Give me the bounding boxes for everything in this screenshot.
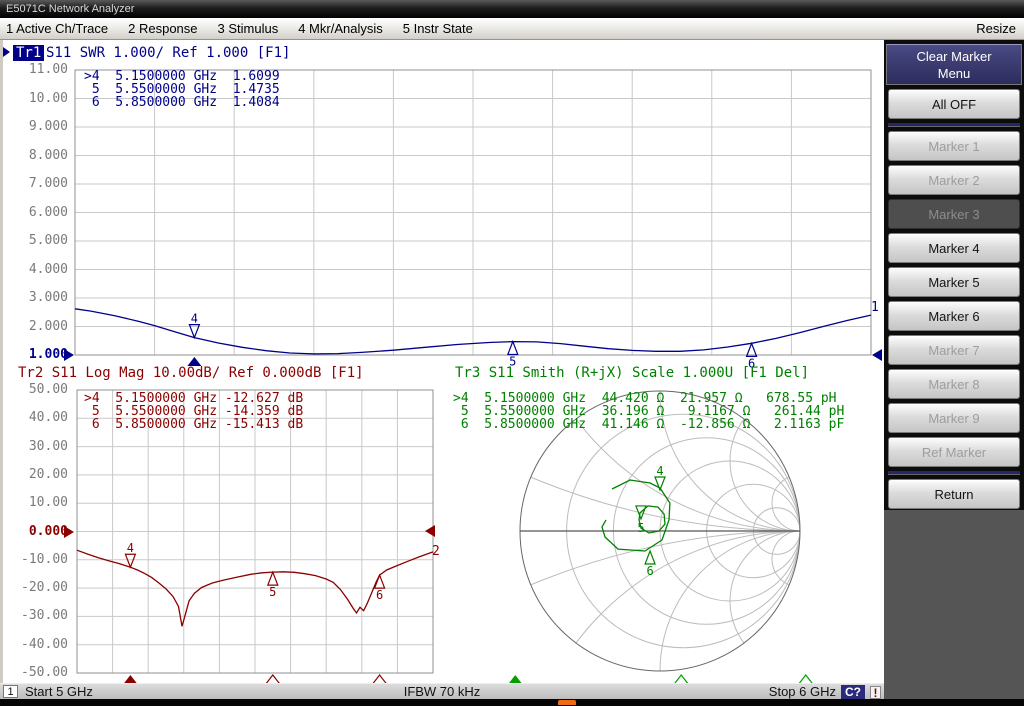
tr2-marker-readout-row: 6 5.8500000 GHz -15.413 dB — [84, 417, 303, 432]
tr1-marker-readout-row: 6 5.8500000 GHz 1.4084 — [84, 95, 280, 110]
softkey-marker-1: Marker 1 — [888, 131, 1020, 161]
tr2-header[interactable]: Tr2 S11 Log Mag 10.00dB/ Ref 0.000dB [F1… — [18, 365, 364, 381]
y-tick: 10.00 — [8, 91, 68, 107]
y-tick: 4.000 — [8, 262, 68, 278]
y-tick: -30.00 — [8, 608, 68, 624]
softkey-divider — [888, 123, 1020, 127]
y-tick: 3.000 — [8, 290, 68, 306]
softkey-return[interactable]: Return — [888, 479, 1020, 509]
menu-1-active-ch-trace[interactable]: 1 Active Ch/Trace — [6, 18, 108, 40]
softkey-marker-7: Marker 7 — [888, 335, 1020, 365]
tr1-badge[interactable]: Tr1 — [13, 45, 44, 61]
softkey-marker-8: Marker 8 — [888, 369, 1020, 399]
y-tick: -50.00 — [8, 665, 68, 681]
softkey-marker-5[interactable]: Marker 5 — [888, 267, 1020, 297]
ifbw-label: IFBW 70 kHz — [0, 684, 884, 700]
softkey-marker-3[interactable]: Marker 3 — [888, 199, 1020, 229]
softkey-marker-9: Marker 9 — [888, 403, 1020, 433]
y-tick: -20.00 — [8, 580, 68, 596]
title-bar[interactable]: E5071C Network Analyzer — [0, 0, 1024, 18]
app-window: E5071C Network Analyzer 1 Active Ch/Trac… — [0, 0, 1024, 706]
softkey-marker-4[interactable]: Marker 4 — [888, 233, 1020, 263]
y-tick: 40.00 — [8, 410, 68, 426]
menu-5-instr-state[interactable]: 5 Instr State — [403, 18, 473, 40]
y-tick: 10.00 — [8, 495, 68, 511]
softkey-buttons: All OFF Marker 1 Marker 2 Marker 3 Marker 4 M… — [888, 89, 1020, 509]
y-tick: 20.00 — [8, 467, 68, 483]
softkey-menu-title: Clear Marker Menu — [886, 44, 1022, 85]
y-tick: 2.000 — [8, 319, 68, 335]
tr3-marker-readout-row: 6 5.8500000 GHz 41.146 Ω -12.856 Ω 2.116… — [453, 417, 844, 432]
menu-items: 1 Active Ch/Trace 2 Response 3 Stimulus 4 M… — [6, 18, 473, 40]
softkey-ref-marker: Ref Marker — [888, 437, 1020, 467]
tr1-header[interactable]: S11 SWR 1.000/ Ref 1.000 [F1] — [46, 45, 290, 61]
y-tick: 30.00 — [8, 439, 68, 455]
tr1-trace-number: 1 — [871, 300, 879, 315]
menu-bar: 1 Active Ch/Trace 2 Response 3 Stimulus 4 M… — [0, 18, 1024, 40]
plot-area-background — [3, 40, 884, 683]
y-tick: -40.00 — [8, 637, 68, 653]
calibration-status-badge: C? — [841, 685, 865, 699]
menu-4-mkr-analysis[interactable]: 4 Mkr/Analysis — [298, 18, 383, 40]
y-tick: 6.000 — [8, 205, 68, 221]
y-tick: 8.000 — [8, 148, 68, 164]
y-tick: -10.00 — [8, 552, 68, 568]
alert-indicator: ! — [870, 686, 881, 699]
y-tick: 7.000 — [8, 176, 68, 192]
resize-button[interactable]: Resize — [976, 18, 1016, 40]
y-tick: 11.00 — [8, 62, 68, 78]
softkey-marker-2: Marker 2 — [888, 165, 1020, 195]
y-tick: 5.000 — [8, 233, 68, 249]
active-trace-arrow-icon — [3, 47, 10, 57]
y-tick: 1.000 — [8, 347, 68, 363]
stop-frequency-label: Stop 6 GHz — [769, 684, 836, 700]
window-bottom-edge — [0, 699, 1024, 706]
y-tick: 0.000 — [8, 524, 68, 540]
menu-2-response[interactable]: 2 Response — [128, 18, 197, 40]
y-tick: 9.000 — [8, 119, 68, 135]
taskbar-fragment — [558, 700, 576, 705]
status-bar: 1 Start 5 GHz IFBW 70 kHz Stop 6 GHz C? … — [0, 683, 884, 699]
softkey-divider — [888, 471, 1020, 475]
softkey-marker-6[interactable]: Marker 6 — [888, 301, 1020, 331]
softkey-menu-title-line2: Menu — [938, 65, 971, 82]
softkey-all-off[interactable]: All OFF — [888, 89, 1020, 119]
menu-3-stimulus[interactable]: 3 Stimulus — [218, 18, 279, 40]
softkey-menu-title-line1: Clear Marker — [916, 48, 991, 65]
softkey-panel-lower — [884, 510, 1024, 699]
y-tick: 50.00 — [8, 382, 68, 398]
window-title: E5071C Network Analyzer — [6, 3, 134, 15]
tr3-header[interactable]: Tr3 S11 Smith (R+jX) Scale 1.000U [F1 De… — [455, 365, 809, 381]
tr2-trace-number: 2 — [432, 544, 440, 559]
